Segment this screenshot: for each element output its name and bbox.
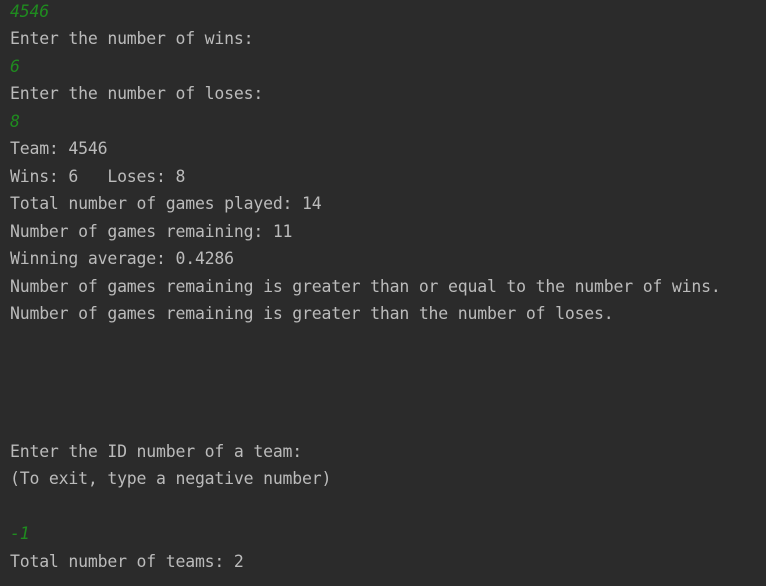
console-line: Total number of games played: 14 (10, 194, 322, 213)
console-line: Winning average: 0.4286 (10, 249, 234, 268)
console-line-input: 6 (10, 56, 20, 76)
console-line: Number of games remaining is greater tha… (10, 304, 614, 323)
console-line: (To exit, type a negative number) (10, 469, 332, 488)
console-line-input: 8 (10, 111, 20, 131)
console-output[interactable]: 4546 Enter the number of wins: 6 Enter t… (0, 0, 766, 586)
console-line: Number of games remaining: 11 (10, 221, 293, 241)
console-line-input: 4546 (10, 2, 49, 21)
console-line: Enter the number of loses: (10, 84, 264, 103)
console-line-input: -1 (10, 524, 30, 543)
console-line: Wins: 6 Loses: 8 (10, 166, 186, 186)
console-line: Enter the ID number of a team: (10, 441, 303, 461)
console-line: Team: 4546 (10, 139, 108, 158)
console-line: Number of games remaining is greater tha… (10, 276, 721, 296)
console-line: Enter the number of wins: (10, 29, 254, 48)
console-line: Total number of teams: 2 (10, 551, 244, 571)
